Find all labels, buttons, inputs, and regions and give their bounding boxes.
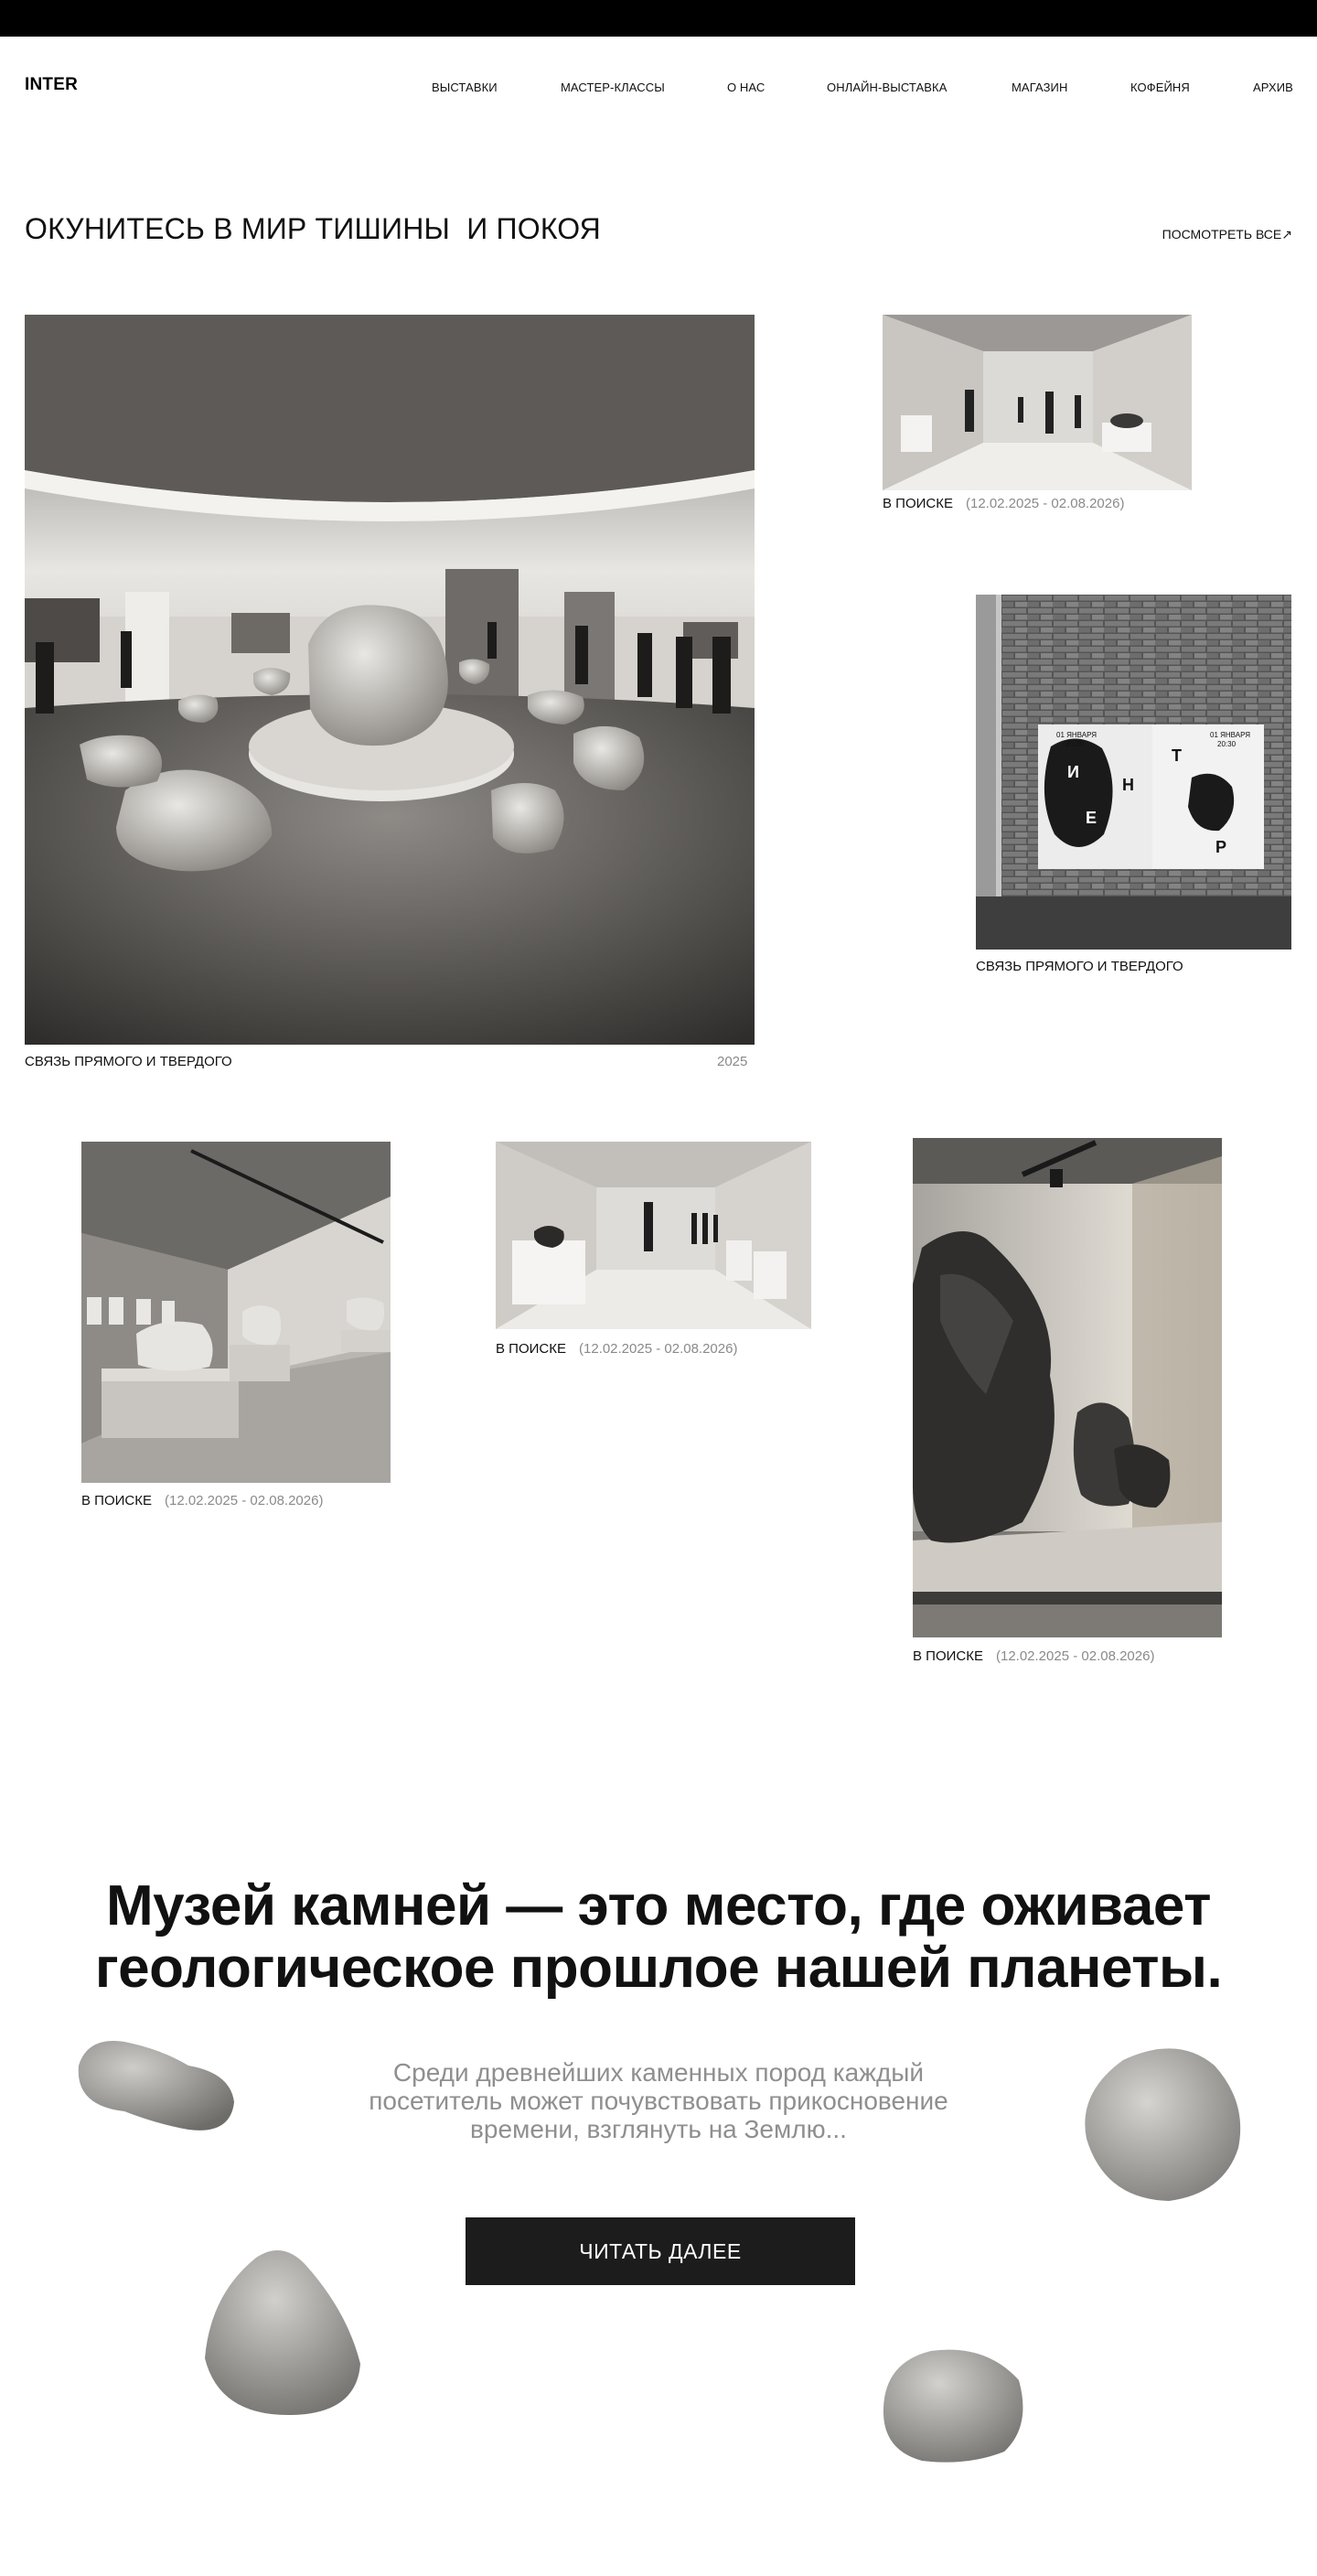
exhibition-photo-5[interactable] [496, 1142, 811, 1329]
lead-line: посетитель может почувствовать прикоснов… [369, 2087, 948, 2115]
poster-letter: Е [1086, 809, 1097, 827]
poster-letter: Т [1172, 746, 1182, 765]
lead-line: Среди древнейших каменных пород каждый [392, 2058, 925, 2087]
nav-cafe[interactable]: КОФЕЙНЯ [1130, 80, 1190, 94]
exhibition-caption-main: СВЯЗЬ ПРЯМОГО И ТВЕРДОГО [25, 1054, 232, 1069]
exhibition-caption-3: СВЯЗЬ ПРЯМОГО И ТВЕРДОГО [976, 959, 1183, 974]
read-more-button[interactable]: ЧИТАТЬ ДАЛЕЕ [466, 2217, 855, 2285]
gallery-hall-image [25, 315, 755, 1045]
nav-about[interactable]: О НАС [727, 80, 765, 94]
nav-shop[interactable]: МАГАЗИН [1012, 80, 1067, 94]
stone-decoration [883, 2349, 1023, 2463]
exhibition-title[interactable]: В ПОИСКЕ [913, 1648, 983, 1664]
svg-text:20:30: 20:30 [1217, 740, 1237, 748]
exhibition-title[interactable]: В ПОИСКЕ [496, 1341, 566, 1357]
exhibition-photo-4[interactable] [81, 1142, 391, 1483]
exhibition-dates: (12.02.2025 - 02.08.2026) [164, 1493, 324, 1508]
exhibition-dates: (12.02.2025 - 02.08.2026) [578, 1341, 738, 1357]
exhibition-dates: (12.02.2025 - 02.08.2026) [995, 1648, 1155, 1664]
exhibition-title[interactable]: СВЯЗЬ ПРЯМОГО И ТВЕРДОГО [976, 959, 1183, 974]
headline-line: геологическое прошлое нашей планеты. [94, 1937, 1223, 2000]
site-logo[interactable]: INTER [25, 75, 78, 95]
exhibition-caption-5: В ПОИСКЕ (12.02.2025 - 02.08.2026) [496, 1341, 737, 1357]
nav-exhibitions[interactable]: ВЫСТАВКИ [432, 80, 498, 94]
exhibition-title[interactable]: В ПОИСКЕ [883, 496, 953, 511]
top-bar [0, 0, 1317, 37]
exhibition-caption-2: В ПОИСКЕ (12.02.2025 - 02.08.2026) [883, 496, 1124, 511]
view-all-link[interactable]: ПОСМОТРЕТЬ ВСЕ↗ [1162, 227, 1292, 242]
poster-date-right: 01 ЯНВАРЯ [1210, 731, 1250, 739]
about-lead: Среди древнейших каменных пород каждый п… [338, 2058, 979, 2143]
nav-archive[interactable]: АРХИВ [1253, 80, 1293, 94]
white-gallery-image [496, 1142, 811, 1329]
headline-line: Музей камней — это место, где оживает [106, 1874, 1211, 1937]
exhibition-photo-2[interactable] [883, 315, 1192, 490]
section-title: ОКУНИТЕСЬ В МИР ТИШИНЫ И ПОКОЯ [25, 212, 601, 245]
stone-decoration [1085, 2048, 1241, 2201]
nav-online-exhibition[interactable]: ОНЛАЙН-ВЫСТАВКА [827, 80, 948, 94]
gallery-room-image [883, 315, 1192, 490]
stone-decoration [205, 2250, 360, 2416]
exhibition-title[interactable]: СВЯЗЬ ПРЯМОГО И ТВЕРДОГО [25, 1054, 232, 1069]
nav-workshops[interactable]: МАСТЕР-КЛАССЫ [561, 80, 665, 94]
poster-date-left: 01 ЯНВАРЯ [1056, 731, 1097, 739]
exhibition-caption-6: В ПОИСКЕ (12.02.2025 - 02.08.2026) [913, 1648, 1154, 1664]
poster-wall-image: 01 ЯНВАРЯ 20:30 01 ЯНВАРЯ 20:30 И Н Т Е … [976, 595, 1291, 950]
concrete-hall-image [81, 1142, 391, 1483]
monolith-image [913, 1138, 1222, 1637]
exhibition-dates: (12.02.2025 - 02.08.2026) [965, 496, 1125, 511]
exhibition-photo-6[interactable] [913, 1138, 1222, 1637]
about-headline: Музей камней — это место, где оживает ге… [0, 1875, 1317, 2000]
stone-decoration [78, 2041, 234, 2131]
exhibition-title[interactable]: В ПОИСКЕ [81, 1493, 152, 1508]
exhibition-photo-main[interactable] [25, 315, 755, 1045]
poster-letter: Н [1122, 776, 1134, 794]
svg-text:20:30: 20:30 [1065, 740, 1085, 748]
poster-letter: И [1067, 763, 1079, 781]
poster-letter: Р [1215, 838, 1226, 856]
exhibition-photo-3[interactable]: 01 ЯНВАРЯ 20:30 01 ЯНВАРЯ 20:30 И Н Т Е … [976, 595, 1291, 950]
exhibition-year: 2025 [717, 1054, 748, 1069]
lead-line: времени, взглянуть на Землю... [470, 2115, 847, 2143]
exhibition-caption-4: В ПОИСКЕ (12.02.2025 - 02.08.2026) [81, 1493, 323, 1508]
